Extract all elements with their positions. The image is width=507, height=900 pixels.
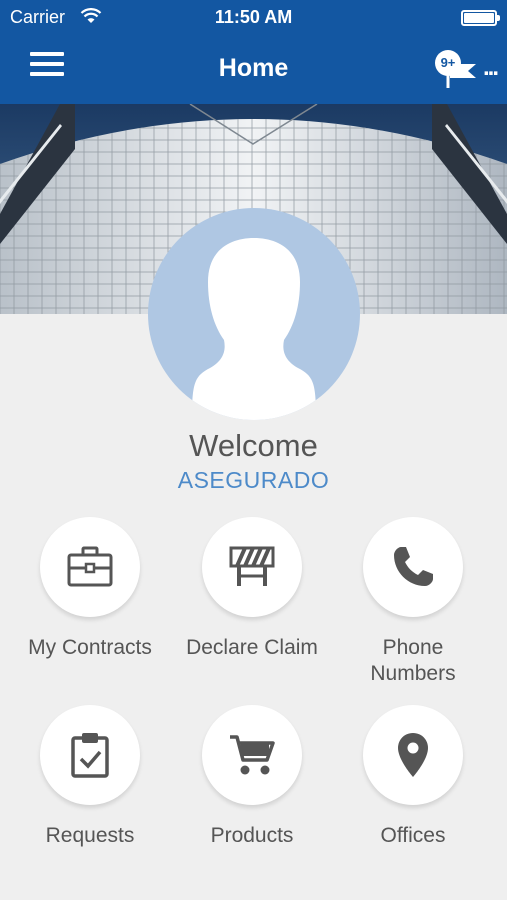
more-options-button[interactable]: ... [483, 54, 499, 82]
status-bar: Carrier 11:50 AM [0, 0, 507, 34]
avatar[interactable] [148, 208, 360, 420]
location-pin-icon [398, 733, 428, 777]
battery-icon [461, 10, 500, 26]
cart-icon [230, 735, 275, 775]
my-contracts-label: My Contracts [28, 636, 152, 659]
my-contracts-button[interactable]: My Contracts [10, 517, 170, 697]
products-label: Products [210, 824, 294, 847]
phone-numbers-button[interactable]: Phone Numbers [333, 517, 493, 697]
requests-label: Requests [45, 824, 135, 847]
notification-badge: 9+ [435, 50, 461, 76]
declare-claim-button[interactable]: Declare Claim [172, 517, 332, 697]
barrier-icon [229, 546, 275, 586]
products-button[interactable]: Products [172, 705, 332, 885]
nav-bar: Home 9+ ... [0, 34, 507, 104]
offices-button[interactable]: Offices [333, 705, 493, 885]
clipboard-check-icon [71, 733, 109, 778]
my-contracts-circle [40, 517, 140, 617]
offices-label: Offices [380, 824, 446, 847]
notifications-button[interactable]: 9+ [430, 46, 482, 90]
phone-numbers-label: Phone Numbers [370, 636, 456, 685]
clock: 11:50 AM [214, 7, 293, 27]
requests-circle [40, 705, 140, 805]
declare-claim-label: Declare Claim [186, 636, 318, 659]
welcome-text: Welcome [189, 428, 318, 463]
briefcase-icon [67, 546, 113, 587]
offices-circle [363, 705, 463, 805]
phone-icon [394, 547, 433, 586]
user-silhouette-icon [192, 238, 316, 420]
declare-claim-circle [202, 517, 302, 617]
user-role-label: ASEGURADO [177, 467, 330, 493]
requests-button[interactable]: Requests [10, 705, 170, 885]
products-circle [202, 705, 302, 805]
phone-numbers-circle [363, 517, 463, 617]
